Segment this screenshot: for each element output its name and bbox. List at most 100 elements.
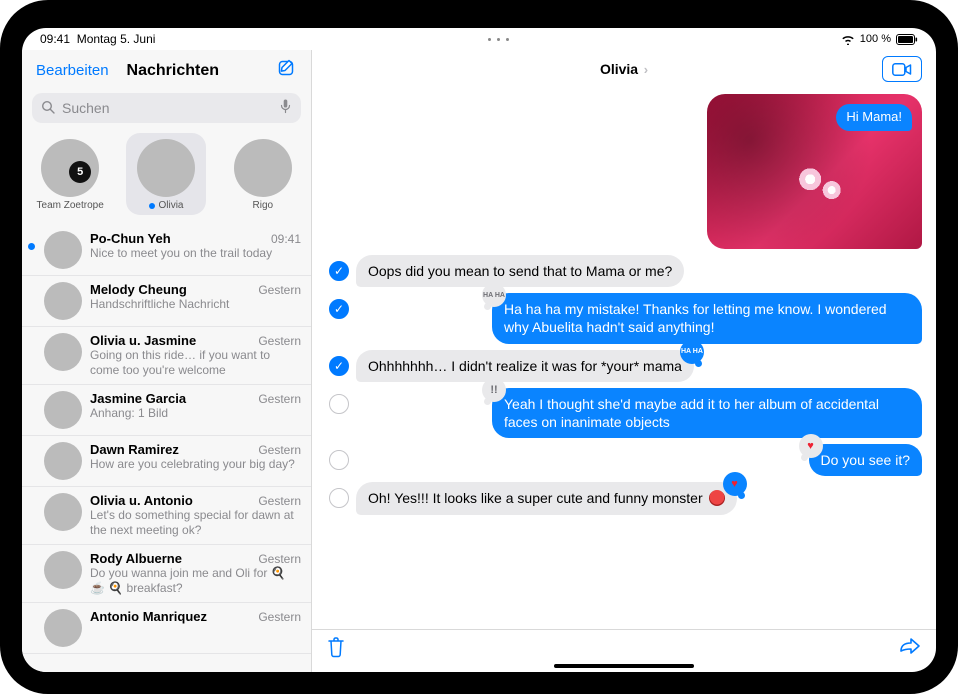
search-icon: [40, 100, 56, 117]
select-checkbox[interactable]: ✓: [329, 356, 349, 376]
select-checkbox[interactable]: ✓: [329, 299, 349, 319]
tapback-heart-icon[interactable]: ♥: [799, 434, 823, 458]
tapback-exclaim-icon[interactable]: !!: [482, 378, 506, 402]
sidebar: Bearbeiten Nachrichten Suchen Team Zo: [22, 50, 312, 672]
conv-preview: Do you wanna join me and Oli for 🍳 ☕ 🍳 b…: [90, 566, 301, 596]
conversation-list[interactable]: Po-Chun Yeh 09:41Nice to meet you on the …: [22, 225, 311, 672]
battery-percent: 100 %: [860, 33, 891, 45]
search-placeholder: Suchen: [56, 100, 277, 116]
chevron-right-icon: ›: [640, 62, 648, 77]
conv-time: Gestern: [258, 552, 301, 566]
search-input[interactable]: Suchen: [32, 93, 301, 123]
compose-button[interactable]: [277, 58, 297, 83]
pinned-label: Rigo: [253, 200, 274, 211]
multitasking-dots-icon[interactable]: [488, 38, 509, 41]
wifi-icon: [841, 34, 855, 45]
conv-time: 09:41: [271, 232, 301, 246]
pinned-team-zoetrope[interactable]: Team Zoetrope: [30, 133, 110, 215]
pinned-olivia[interactable]: Olivia: [126, 133, 206, 215]
received-message[interactable]: Oops did you mean to send that to Mama o…: [356, 255, 684, 287]
avatar: [44, 333, 82, 371]
tapback-haha-icon[interactable]: HA HA: [482, 283, 506, 307]
conv-preview: Nice to meet you on the trail today: [90, 246, 301, 261]
sent-message[interactable]: HA HA Ha ha ha my mistake! Thanks for le…: [492, 293, 922, 343]
avatar: [44, 442, 82, 480]
conv-name: Antonio Manriquez: [90, 609, 207, 624]
select-checkbox[interactable]: [329, 488, 349, 508]
unread-dot-icon: [149, 203, 155, 209]
dictate-icon[interactable]: [277, 99, 293, 117]
received-message[interactable]: ♥ Oh! Yes!!! It looks like a super cute …: [356, 482, 737, 514]
conv-time: Gestern: [258, 443, 301, 457]
conv-name: Melody Cheung: [90, 282, 187, 297]
message-text: Do you see it?: [821, 452, 911, 468]
conv-name: Jasmine Garcia: [90, 391, 186, 406]
facetime-button[interactable]: [882, 56, 922, 82]
ipad-device-frame: 09:41 Montag 5. Juni 100 % Bearbeiten Na…: [0, 0, 958, 694]
forward-button[interactable]: [898, 636, 922, 660]
select-checkbox[interactable]: [329, 450, 349, 470]
pinned-row: Team Zoetrope Olivia Rigo: [22, 131, 311, 225]
chat-title: Olivia: [600, 61, 638, 77]
conv-time: Gestern: [258, 494, 301, 508]
unread-dot-icon: [28, 243, 35, 250]
conv-time: Gestern: [258, 392, 301, 406]
conversation-row[interactable]: Rody Albuerne GesternDo you wanna join me…: [22, 545, 311, 603]
conv-preview: How are you celebrating your big day?: [90, 457, 301, 472]
avatar: [44, 391, 82, 429]
image-caption-bubble: Hi Mama!: [836, 104, 912, 131]
conv-time: Gestern: [258, 334, 301, 348]
sent-image-attachment[interactable]: Hi Mama!: [707, 94, 922, 249]
chat-header: Olivia ›: [312, 50, 936, 86]
pinned-label: Team Zoetrope: [37, 200, 104, 211]
conv-preview: Anhang: 1 Bild: [90, 406, 301, 421]
conversation-row[interactable]: Olivia u. Jasmine GesternGoing on this ri…: [22, 327, 311, 385]
conv-name: Olivia u. Jasmine: [90, 333, 196, 348]
select-checkbox[interactable]: [329, 394, 349, 414]
avatar: [44, 551, 82, 589]
pinned-label: Olivia: [158, 200, 183, 211]
sidebar-title: Nachrichten: [69, 62, 277, 80]
conversation-row[interactable]: Antonio ManriquezGestern: [22, 603, 311, 654]
conv-preview: Let's do something special for dawn at t…: [90, 508, 301, 538]
tapback-like-icon[interactable]: ♥: [723, 472, 747, 496]
pinned-rigo[interactable]: Rigo: [223, 133, 303, 215]
conv-preview: Handschriftliche Nachricht: [90, 297, 301, 312]
sent-message[interactable]: !! Yeah I thought she'd maybe add it to …: [492, 388, 922, 438]
conversation-row[interactable]: Melody Cheung GesternHandschriftliche Nac…: [22, 276, 311, 327]
conversation-row[interactable]: Dawn Ramirez GesternHow are you celebrati…: [22, 436, 311, 487]
avatar: [234, 139, 292, 197]
message-text: Oh! Yes!!! It looks like a super cute an…: [368, 490, 707, 506]
conv-name: Dawn Ramirez: [90, 442, 179, 457]
conversation-row[interactable]: Po-Chun Yeh 09:41Nice to meet you on the …: [22, 225, 311, 276]
avatar: [137, 139, 195, 197]
message-text: Yeah I thought she'd maybe add it to her…: [504, 396, 879, 430]
message-text: Ha ha ha my mistake! Thanks for letting …: [504, 301, 887, 335]
chat-pane: Olivia › Hi Mama! ✓ Oops did you mean to…: [312, 50, 936, 672]
conversation-row[interactable]: Jasmine Garcia GesternAnhang: 1 Bild: [22, 385, 311, 436]
conv-name: Olivia u. Antonio: [90, 493, 193, 508]
conversation-row[interactable]: Olivia u. Antonio GesternLet's do somethi…: [22, 487, 311, 545]
home-indicator[interactable]: [554, 664, 694, 668]
sent-message[interactable]: ♥ Do you see it?: [809, 444, 923, 476]
avatar: [44, 282, 82, 320]
chat-title-button[interactable]: Olivia ›: [366, 61, 882, 77]
received-message[interactable]: HA HA Ohhhhhhh… I didn't realize it was …: [356, 350, 694, 382]
tapback-haha-icon[interactable]: HA HA: [680, 340, 704, 364]
battery-icon: [896, 34, 918, 45]
select-checkbox[interactable]: ✓: [329, 261, 349, 281]
avatar: [44, 231, 82, 269]
conv-name: Rody Albuerne: [90, 551, 182, 566]
monster-emoji-icon: [709, 490, 725, 506]
delete-button[interactable]: [326, 636, 350, 660]
conv-time: Gestern: [258, 283, 301, 297]
edit-toolbar: [312, 629, 936, 662]
avatar: [41, 139, 99, 197]
message-thread[interactable]: Hi Mama! ✓ Oops did you mean to send tha…: [312, 86, 936, 629]
status-bar: 09:41 Montag 5. Juni 100 %: [22, 28, 936, 50]
conv-name: Po-Chun Yeh: [90, 231, 171, 246]
conv-preview: Going on this ride… if you want to come …: [90, 348, 301, 378]
avatar: [44, 609, 82, 647]
status-date: Montag 5. Juni: [77, 32, 156, 46]
screen: 09:41 Montag 5. Juni 100 % Bearbeiten Na…: [22, 28, 936, 672]
